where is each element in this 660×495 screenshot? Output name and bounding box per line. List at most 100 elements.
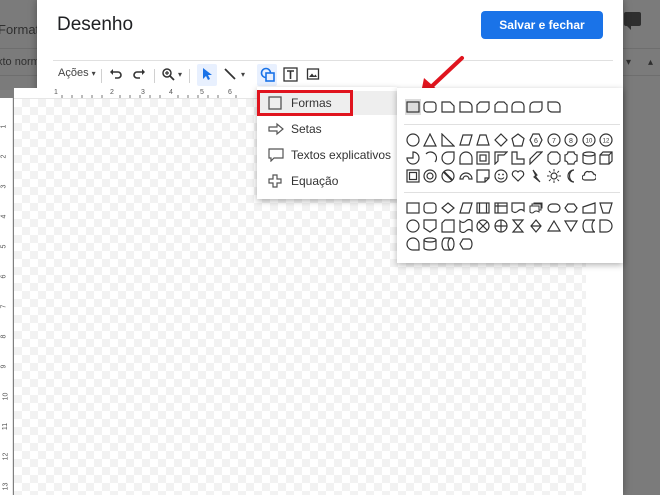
shape-diagonal-snip-icon[interactable]: [474, 98, 492, 116]
shape-decagon-10-icon[interactable]: 10: [580, 131, 598, 149]
shape-right-triangle-icon[interactable]: [439, 131, 457, 149]
shape-pentagon-icon[interactable]: [510, 131, 528, 149]
flowchart-document-icon[interactable]: [510, 199, 528, 217]
undo-icon: [110, 69, 122, 79]
shape-ellipse-icon[interactable]: [404, 131, 422, 149]
palette-divider: [404, 192, 620, 193]
shape-octagon-8-icon[interactable]: 8: [562, 131, 580, 149]
ruler-number: 1: [54, 89, 58, 96]
flowchart-offpage-connector-icon[interactable]: [422, 217, 440, 235]
flowchart-merge-icon[interactable]: [562, 217, 580, 235]
shape-pie-icon[interactable]: [404, 149, 422, 167]
shape-sun-icon[interactable]: [545, 167, 563, 185]
flowchart-card-icon[interactable]: [439, 217, 457, 235]
ruler-number: 9: [0, 364, 8, 369]
shapes-row-1: [404, 98, 562, 116]
dialog-title: Desenho: [57, 14, 134, 35]
flowchart-extract-icon[interactable]: [545, 217, 563, 235]
shape-snip-corner-icon[interactable]: [439, 98, 457, 116]
shape-dodecagon-12-icon[interactable]: 12: [598, 131, 616, 149]
flowchart-connector-icon[interactable]: [404, 217, 422, 235]
flowchart-process-icon[interactable]: [404, 199, 422, 217]
flowchart-collate-icon[interactable]: [510, 217, 528, 235]
zoom-button[interactable]: ▾: [161, 67, 182, 81]
ruler-number: 3: [0, 184, 8, 189]
actions-menu-button[interactable]: Ações ▾: [58, 67, 96, 79]
shape-rectangle-icon[interactable]: [404, 98, 422, 116]
shape-cloud-icon[interactable]: [580, 167, 598, 185]
flowchart-decision-icon[interactable]: [439, 199, 457, 217]
flowchart-predefined-process-icon[interactable]: [474, 199, 492, 217]
palette-divider: [404, 124, 620, 125]
shape-can-icon[interactable]: [580, 149, 598, 167]
flowchart-multidocument-icon[interactable]: [527, 199, 545, 217]
flowchart-alternate-process-icon[interactable]: [422, 199, 440, 217]
flowchart-data-icon[interactable]: [457, 199, 475, 217]
flowchart-sequential-storage-icon[interactable]: [404, 235, 422, 253]
shape-top-snip-icon[interactable]: [492, 98, 510, 116]
shape-block-arc-icon[interactable]: [457, 167, 475, 185]
shapes-row-4: [404, 167, 598, 185]
shape-single-round-icon[interactable]: [545, 98, 563, 116]
shape-top-round-icon[interactable]: [510, 98, 528, 116]
flowchart-punched-tape-icon[interactable]: [457, 217, 475, 235]
shape-parallelogram-icon[interactable]: [457, 131, 475, 149]
flowchart-sort-icon[interactable]: [527, 217, 545, 235]
shape-frame-icon[interactable]: [457, 149, 475, 167]
shape-diagonal-stripe-icon[interactable]: [527, 149, 545, 167]
shape-heptagon-7-icon[interactable]: 7: [545, 131, 563, 149]
svg-text:12: 12: [603, 139, 610, 145]
shape-round-corner-icon[interactable]: [457, 98, 475, 116]
toolbar-divider: [101, 69, 102, 83]
shape-tool-button[interactable]: [260, 67, 275, 82]
save-and-close-button[interactable]: Salvar e fechar: [481, 11, 603, 39]
shape-half-frame-icon[interactable]: [492, 149, 510, 167]
chevron-up-icon: ▴: [648, 57, 654, 68]
shape-moon-icon[interactable]: [562, 167, 580, 185]
shape-rounded-rectangle-icon[interactable]: [422, 98, 440, 116]
shape-cross-icon[interactable]: [545, 149, 563, 167]
shape-bevel-icon[interactable]: [404, 167, 422, 185]
line-tool-button[interactable]: ▾: [223, 67, 245, 81]
flowchart-manual-input-icon[interactable]: [580, 199, 598, 217]
menu-item-textos-explicativos[interactable]: Textos explicativos: [257, 143, 397, 167]
image-button[interactable]: [306, 67, 320, 81]
flowchart-terminator-icon[interactable]: [545, 199, 563, 217]
flowchart-direct-access-storage-icon[interactable]: [439, 235, 457, 253]
shape-teardrop-icon[interactable]: [439, 149, 457, 167]
shape-frame-square-icon[interactable]: [474, 149, 492, 167]
shape-hexagon-6-icon[interactable]: 6: [527, 131, 545, 149]
shape-donut-icon[interactable]: [422, 167, 440, 185]
shape-diagonal-round-icon[interactable]: [527, 98, 545, 116]
shape-trapezoid-icon[interactable]: [474, 131, 492, 149]
toolbar-divider: [154, 69, 155, 83]
flowchart-preparation-icon[interactable]: [562, 199, 580, 217]
shape-icon: [260, 67, 275, 82]
flowchart-internal-storage-icon[interactable]: [492, 199, 510, 217]
flowchart-display-icon[interactable]: [457, 235, 475, 253]
select-tool-button[interactable]: [201, 67, 213, 81]
shape-plaque-icon[interactable]: [562, 149, 580, 167]
undo-button[interactable]: [109, 67, 123, 81]
flowchart-manual-operation-icon[interactable]: [598, 199, 616, 217]
shape-smiley-icon[interactable]: [492, 167, 510, 185]
text-box-button[interactable]: [283, 67, 298, 82]
flowchart-magnetic-disk-icon[interactable]: [422, 235, 440, 253]
shape-cube-icon[interactable]: [598, 149, 616, 167]
shape-lightning-icon[interactable]: [527, 167, 545, 185]
shapes-row-5: [404, 199, 615, 217]
shape-no-symbol-icon[interactable]: [439, 167, 457, 185]
shape-heart-icon[interactable]: [510, 167, 528, 185]
shape-triangle-icon[interactable]: [422, 131, 440, 149]
redo-button[interactable]: [132, 67, 146, 81]
shape-folded-corner-icon[interactable]: [474, 167, 492, 185]
shape-diamond-icon[interactable]: [492, 131, 510, 149]
shape-l-shape-icon[interactable]: [510, 149, 528, 167]
flowchart-summing-junction-icon[interactable]: [474, 217, 492, 235]
shape-chord-icon[interactable]: [422, 149, 440, 167]
menu-item-equacao[interactable]: Equação: [257, 169, 397, 193]
menu-item-setas[interactable]: Setas: [257, 117, 397, 141]
flowchart-stored-data-icon[interactable]: [580, 217, 598, 235]
flowchart-or-icon[interactable]: [492, 217, 510, 235]
flowchart-delay-icon[interactable]: [598, 217, 616, 235]
